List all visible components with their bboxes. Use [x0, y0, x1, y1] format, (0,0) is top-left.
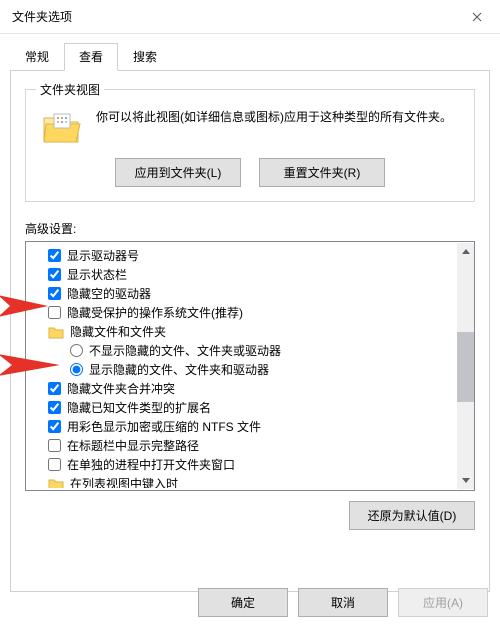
checkbox[interactable]	[48, 439, 61, 452]
tree-item-label: 隐藏已知文件类型的扩展名	[67, 399, 211, 416]
chevron-up-icon	[462, 249, 470, 254]
tab-panel-view: 文件夹视图 你可以将此视图(如详细信息或图标)应用于这种类型的所有文件夹。 应用…	[10, 70, 490, 592]
folderview-text: 你可以将此视图(如详细信息或图标)应用于这种类型的所有文件夹。	[96, 108, 460, 146]
tree-item-label: 隐藏文件夹合并冲突	[67, 380, 175, 397]
tree-item-label: 在列表视图中键入时	[70, 475, 178, 488]
tab-strip: 常规 查看 搜索	[0, 34, 500, 70]
tree-item-11[interactable]: 在单独的进程中打开文件夹窗口	[30, 455, 454, 474]
tab-general[interactable]: 常规	[10, 43, 64, 71]
checkbox[interactable]	[48, 249, 61, 262]
tree-item-1[interactable]: 显示状态栏	[30, 265, 454, 284]
tab-search[interactable]: 搜索	[118, 43, 172, 71]
advanced-tree[interactable]: 显示驱动器号显示状态栏隐藏空的驱动器隐藏受保护的操作系统文件(推荐) 隐藏文件和文…	[25, 241, 475, 491]
checkbox[interactable]	[48, 420, 61, 433]
restore-defaults-button[interactable]: 还原为默认值(D)	[349, 501, 475, 530]
radio[interactable]	[70, 363, 83, 376]
checkbox[interactable]	[48, 401, 61, 414]
close-button[interactable]	[454, 0, 500, 34]
tree-item-0[interactable]: 显示驱动器号	[30, 246, 454, 265]
ok-button[interactable]: 确定	[198, 588, 288, 617]
folder-icon	[48, 324, 64, 340]
tree-item-label: 隐藏文件和文件夹	[70, 323, 166, 340]
tree-item-label: 用彩色显示加密或压缩的 NTFS 文件	[67, 418, 261, 435]
tree-item-label: 隐藏空的驱动器	[67, 285, 151, 302]
tree-item-6[interactable]: 显示隐藏的文件、文件夹和驱动器	[30, 360, 454, 379]
dialog-buttons: 确定 取消 应用(A)	[198, 588, 488, 617]
tree-item-12[interactable]: 在列表视图中键入时	[30, 474, 454, 488]
folder-icon	[42, 110, 82, 146]
folderview-icon	[40, 108, 84, 146]
radio[interactable]	[70, 344, 83, 357]
folderview-legend: 文件夹视图	[36, 81, 104, 98]
reset-folders-button[interactable]: 重置文件夹(R)	[259, 158, 385, 187]
checkbox[interactable]	[48, 382, 61, 395]
tree-item-label: 在标题栏中显示完整路径	[67, 437, 199, 454]
tree-item-2[interactable]: 隐藏空的驱动器	[30, 284, 454, 303]
checkbox[interactable]	[48, 287, 61, 300]
titlebar: 文件夹选项	[0, 0, 500, 34]
tree-item-10[interactable]: 在标题栏中显示完整路径	[30, 436, 454, 455]
tab-view[interactable]: 查看	[64, 43, 118, 71]
close-icon	[472, 12, 482, 22]
scroll-up-button[interactable]	[457, 243, 474, 260]
folder-icon	[48, 476, 64, 489]
tree-item-9[interactable]: 用彩色显示加密或压缩的 NTFS 文件	[30, 417, 454, 436]
tree-item-7[interactable]: 隐藏文件夹合并冲突	[30, 379, 454, 398]
cancel-button[interactable]: 取消	[298, 588, 388, 617]
tree-item-label: 不显示隐藏的文件、文件夹或驱动器	[89, 342, 281, 359]
tree-item-label: 显示隐藏的文件、文件夹和驱动器	[89, 361, 269, 378]
tree-item-label: 在单独的进程中打开文件夹窗口	[67, 456, 235, 473]
apply-button[interactable]: 应用(A)	[398, 588, 488, 617]
scroll-track[interactable]	[457, 260, 474, 472]
tree-item-8[interactable]: 隐藏已知文件类型的扩展名	[30, 398, 454, 417]
scrollbar[interactable]	[457, 243, 474, 489]
window-title: 文件夹选项	[12, 8, 72, 25]
tree-item-3[interactable]: 隐藏受保护的操作系统文件(推荐)	[30, 303, 454, 322]
tree-item-5[interactable]: 不显示隐藏的文件、文件夹或驱动器	[30, 341, 454, 360]
checkbox[interactable]	[48, 458, 61, 471]
tree-item-4[interactable]: 隐藏文件和文件夹	[30, 322, 454, 341]
checkbox[interactable]	[48, 268, 61, 281]
scroll-down-button[interactable]	[457, 472, 474, 489]
tree-item-label: 隐藏受保护的操作系统文件(推荐)	[67, 304, 243, 321]
advanced-label: 高级设置:	[25, 220, 475, 237]
scroll-thumb[interactable]	[457, 332, 474, 402]
apply-to-folders-button[interactable]: 应用到文件夹(L)	[115, 158, 241, 187]
folderview-group: 文件夹视图 你可以将此视图(如详细信息或图标)应用于这种类型的所有文件夹。 应用…	[25, 89, 475, 202]
tree-item-label: 显示驱动器号	[67, 247, 139, 264]
tree-item-label: 显示状态栏	[67, 266, 127, 283]
checkbox[interactable]	[48, 306, 61, 319]
chevron-down-icon	[462, 478, 470, 483]
